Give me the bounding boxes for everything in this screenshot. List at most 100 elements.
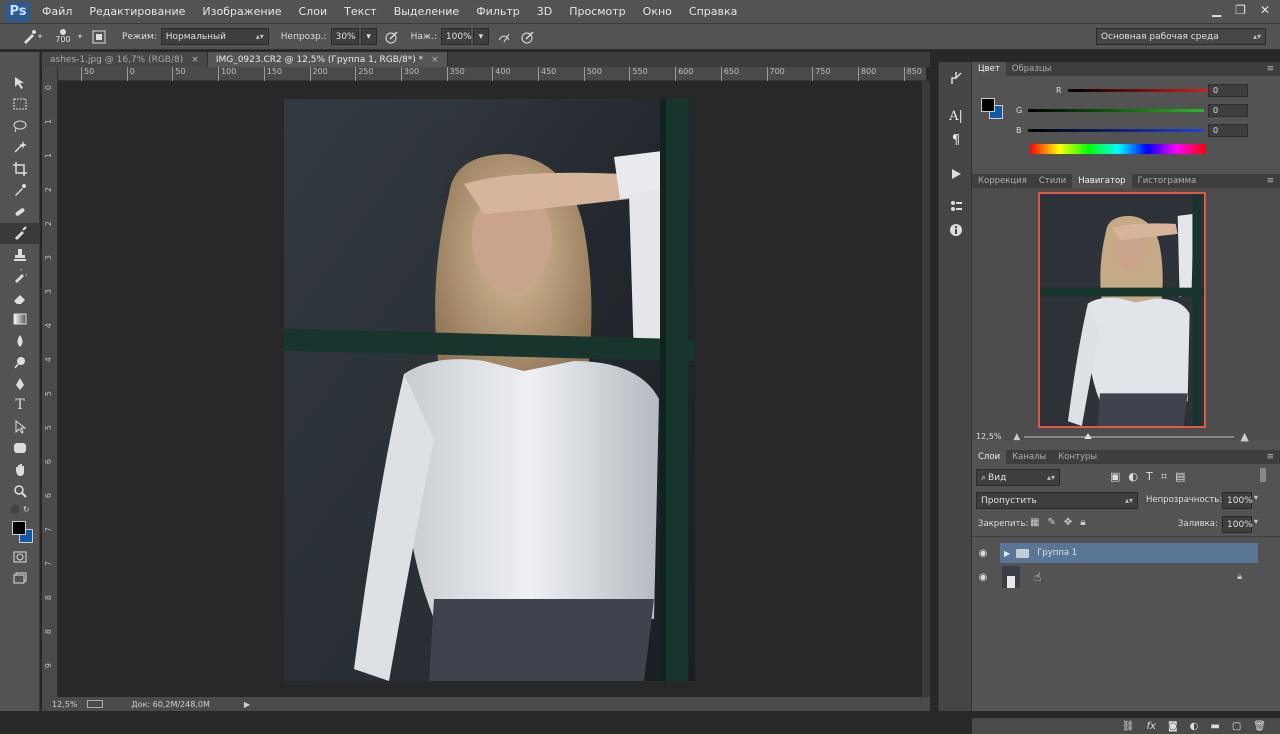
path-selection-tool-icon[interactable] bbox=[0, 416, 40, 438]
opacity-field[interactable]: 30% bbox=[330, 28, 359, 45]
close-window-button[interactable]: ✕ bbox=[1260, 3, 1270, 17]
minimize-button[interactable]: ▁ bbox=[1212, 3, 1221, 17]
airbrush-icon[interactable] bbox=[495, 28, 513, 46]
menu-type[interactable]: Текст bbox=[344, 5, 377, 18]
history-brush-tool-icon[interactable] bbox=[0, 266, 40, 288]
tab-histogram[interactable]: Гистограмма bbox=[1132, 174, 1203, 188]
menu-file[interactable]: Файл bbox=[42, 5, 72, 18]
pressure-opacity-icon[interactable] bbox=[383, 28, 401, 46]
quick-mask-icon[interactable] bbox=[0, 546, 40, 568]
tab-color[interactable]: Цвет bbox=[972, 62, 1006, 76]
tab-layers[interactable]: Слои bbox=[972, 450, 1007, 464]
flow-dropdown-icon[interactable]: ▾ bbox=[472, 28, 489, 45]
layer-row-background[interactable]: ◉ ☝ 🔒︎ bbox=[972, 565, 1280, 589]
fill-dropdown-icon[interactable]: ▾ bbox=[1254, 517, 1258, 526]
tab-navigator[interactable]: Навигатор bbox=[1072, 174, 1132, 188]
visibility-eye-icon[interactable]: ◉ bbox=[972, 548, 994, 559]
crop-tool-icon[interactable] bbox=[0, 158, 40, 180]
history-panel-icon[interactable] bbox=[939, 66, 973, 90]
status-menu-arrow-icon[interactable]: ▶ bbox=[244, 700, 250, 709]
swap-colors-icon[interactable]: ⬛ ↻ bbox=[0, 502, 40, 516]
blue-channel-slider[interactable]: B 0 bbox=[1016, 123, 1248, 137]
lock-position-icon[interactable]: ✥ bbox=[1064, 517, 1072, 528]
green-channel-slider[interactable]: G 0 bbox=[1016, 103, 1248, 117]
link-layers-icon[interactable]: ⛓︎ bbox=[1122, 721, 1135, 732]
shape-tool-icon[interactable] bbox=[0, 438, 40, 460]
document-tab-ashes[interactable]: ashes-1.jpg @ 16,7% (RGB/8) × bbox=[42, 52, 208, 67]
screen-mode-icon[interactable] bbox=[0, 568, 40, 590]
green-value[interactable]: 0 bbox=[1208, 103, 1248, 117]
eraser-tool-icon[interactable] bbox=[0, 287, 40, 309]
tool-preset-chevron-icon[interactable]: ▾ bbox=[38, 32, 42, 41]
tab-channels[interactable]: Каналы bbox=[1006, 450, 1052, 464]
pen-tool-icon[interactable] bbox=[0, 373, 40, 395]
navigator-zoom-value[interactable]: 12,5% bbox=[976, 432, 1001, 441]
document-photo[interactable] bbox=[284, 99, 695, 681]
quick-selection-tool-icon[interactable] bbox=[0, 137, 40, 159]
lock-transparency-icon[interactable]: ▦ bbox=[1030, 517, 1039, 528]
lock-all-icon[interactable]: 🔒︎ bbox=[1080, 517, 1085, 528]
panel-menu-icon[interactable]: ≡ bbox=[1266, 452, 1274, 462]
new-group-icon[interactable]: ▬ bbox=[1210, 721, 1219, 732]
navigator-view-box[interactable] bbox=[1038, 192, 1206, 428]
filter-shape-icon[interactable]: ⌗ bbox=[1161, 470, 1167, 484]
status-preview-icon[interactable] bbox=[87, 700, 104, 708]
flow-field[interactable]: 100% bbox=[440, 28, 472, 45]
blue-value[interactable]: 0 bbox=[1208, 123, 1248, 137]
new-adjustment-icon[interactable]: ◐ bbox=[1190, 721, 1199, 732]
eyedropper-tool-icon[interactable] bbox=[0, 180, 40, 202]
info-panel-icon[interactable] bbox=[939, 218, 973, 242]
zoom-tool-icon[interactable] bbox=[0, 481, 40, 503]
mode-select[interactable]: Нормальный ▴▾ bbox=[160, 28, 269, 45]
add-mask-icon[interactable]: ◙ bbox=[1168, 721, 1178, 732]
workspace-select[interactable]: Основная рабочая среда ▴▾ bbox=[1096, 28, 1266, 45]
document-tab-img0923[interactable]: IMG_0923.CR2 @ 12,5% (Группа 1, RGB/8*) … bbox=[207, 52, 448, 67]
blur-tool-icon[interactable] bbox=[0, 330, 40, 352]
opacity-dropdown-icon[interactable]: ▾ bbox=[360, 28, 377, 45]
group-expand-icon[interactable]: ▶ bbox=[1004, 549, 1010, 558]
tab-swatches[interactable]: Образцы bbox=[1006, 62, 1058, 76]
layer-filter-select[interactable]: ⌕ Вид ▴▾ bbox=[976, 469, 1060, 486]
zoom-out-icon[interactable]: ▲ bbox=[1013, 432, 1020, 442]
menu-filter[interactable]: Фильтр bbox=[476, 5, 520, 18]
healing-brush-tool-icon[interactable] bbox=[0, 201, 40, 223]
menu-layers[interactable]: Слои bbox=[299, 5, 328, 18]
lock-pixels-icon[interactable]: ✎ bbox=[1047, 517, 1055, 528]
brush-panel-toggle-icon[interactable] bbox=[90, 28, 108, 46]
character-panel-icon[interactable]: A| bbox=[939, 104, 973, 128]
tab-adjustments[interactable]: Коррекция bbox=[972, 174, 1033, 188]
menu-select[interactable]: Выделение bbox=[394, 5, 460, 18]
red-channel-slider[interactable]: R 0 bbox=[1016, 83, 1248, 97]
red-value[interactable]: 0 bbox=[1208, 83, 1248, 97]
clone-stamp-tool-icon[interactable] bbox=[0, 244, 40, 266]
panel-foreground-swatch[interactable] bbox=[981, 98, 995, 112]
hand-tool-icon[interactable] bbox=[0, 459, 40, 481]
panel-menu-icon[interactable]: ≡ bbox=[1266, 64, 1274, 74]
foreground-color-swatch[interactable] bbox=[12, 521, 26, 535]
menu-edit[interactable]: Редактирование bbox=[89, 5, 185, 18]
menu-help[interactable]: Справка bbox=[689, 5, 737, 18]
brush-picker-chevron-icon[interactable]: ▾ bbox=[78, 32, 82, 41]
filter-smart-object-icon[interactable]: ▤ bbox=[1175, 470, 1185, 484]
menu-3d[interactable]: 3D bbox=[537, 5, 552, 18]
paragraph-panel-icon[interactable]: ¶ bbox=[939, 128, 973, 152]
filter-toggle[interactable] bbox=[1260, 468, 1266, 482]
visibility-eye-icon[interactable]: ◉ bbox=[972, 572, 994, 583]
panel-menu-icon[interactable]: ≡ bbox=[1266, 176, 1274, 186]
close-tab-icon[interactable]: × bbox=[431, 55, 439, 65]
actions-play-icon[interactable] bbox=[939, 162, 973, 186]
delete-layer-icon[interactable]: 🗑︎ bbox=[1253, 721, 1266, 732]
menu-view[interactable]: Просмотр bbox=[569, 5, 625, 18]
navigator-zoom-slider[interactable] bbox=[1024, 432, 1235, 439]
move-tool-icon[interactable] bbox=[0, 72, 40, 94]
marquee-tool-icon[interactable] bbox=[0, 94, 40, 116]
layer-opacity-field[interactable]: 100% bbox=[1222, 492, 1253, 509]
filter-adjustment-icon[interactable]: ◐ bbox=[1128, 470, 1138, 484]
type-tool-icon[interactable]: T bbox=[0, 395, 40, 417]
gradient-tool-icon[interactable] bbox=[0, 309, 40, 331]
brush-size-picker[interactable]: 700 bbox=[52, 29, 74, 44]
layer-style-icon[interactable]: fx bbox=[1147, 721, 1156, 732]
color-spectrum-bar[interactable] bbox=[1030, 144, 1206, 154]
zoom-in-icon[interactable]: ▲ bbox=[1240, 430, 1248, 443]
fill-field[interactable]: 100% bbox=[1222, 516, 1253, 533]
